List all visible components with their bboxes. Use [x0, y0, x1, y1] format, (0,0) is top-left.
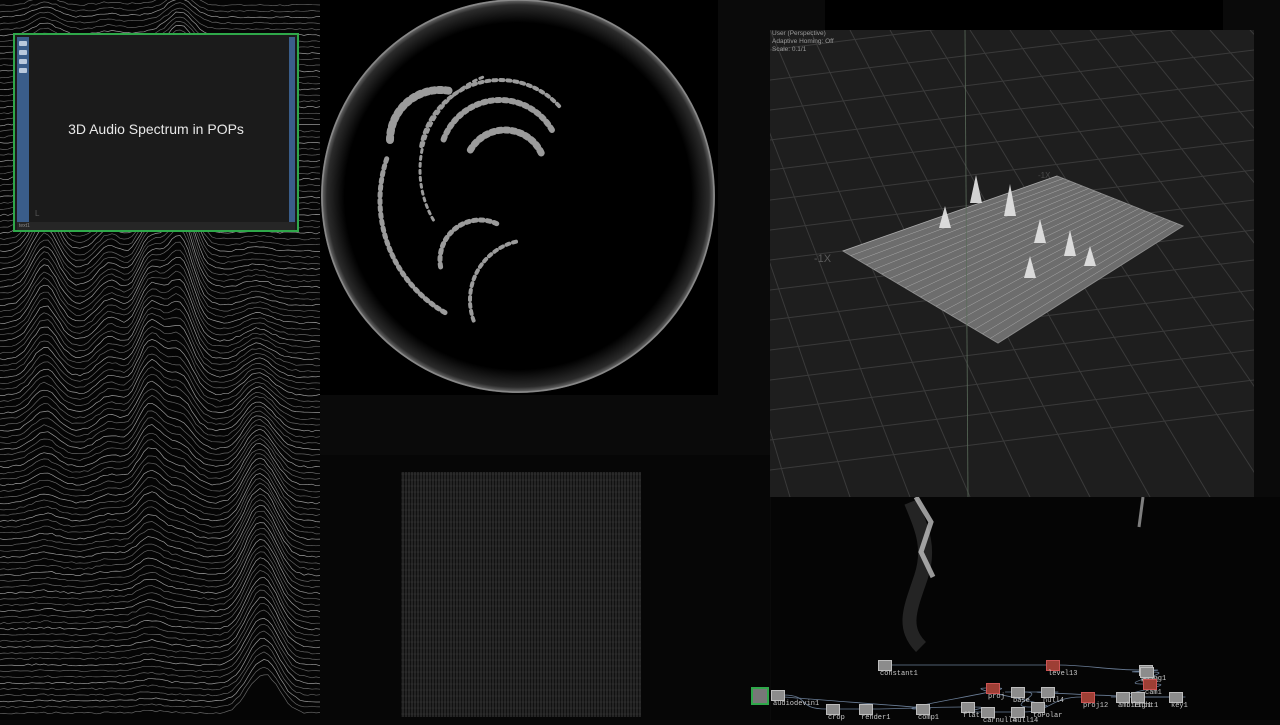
network-node-label: flat — [963, 712, 980, 720]
viewport-homing-text: Adaptive Homing: Off — [772, 38, 834, 45]
waterfall-line — [0, 0, 321, 13]
waterfall-line — [0, 235, 321, 307]
network-node-label: comp1 — [918, 714, 940, 722]
waterfall-line — [0, 644, 321, 691]
network-node-label: crop — [828, 714, 845, 722]
waterfall-line — [0, 533, 321, 589]
waterfall-line — [0, 603, 321, 655]
waterfall-line — [0, 279, 321, 343]
network-node-label: ambient1 — [1118, 702, 1152, 710]
viewport-grid-line — [770, 409, 1254, 471]
waterfall-line — [0, 596, 321, 649]
viewport-axis-x2: -1X — [1038, 171, 1051, 180]
network-node-label: null4 — [1043, 697, 1065, 705]
waterfall-line — [0, 584, 321, 637]
viewer-tool-icon[interactable] — [19, 68, 27, 73]
waterfall-line — [0, 270, 320, 337]
viewport-scale-text: Scale: 0.1/1 — [772, 46, 807, 53]
grid-texture — [401, 472, 641, 717]
viewer-footer: text1 — [17, 222, 295, 230]
waterfall-line — [0, 493, 321, 547]
network-editor[interactable]: constant1level13phong1geo1cam1light1key1… — [751, 497, 1280, 725]
network-node-label: proj — [988, 693, 1005, 701]
viewer-tool-icon[interactable] — [19, 50, 27, 55]
network-node-label: null14 — [1013, 717, 1039, 725]
viewport-grid-line — [770, 109, 1254, 171]
viewer-axis-label: L — [35, 209, 40, 218]
network-node-selected[interactable] — [751, 687, 769, 705]
viewport-axis-x: -1X — [814, 253, 832, 265]
network-node-label: audiodevin1 — [773, 700, 820, 708]
network-node-label: render1 — [861, 714, 891, 722]
viewer-title-text: 3D Audio Spectrum in POPs — [68, 121, 244, 137]
sphere-render — [321, 0, 715, 393]
viewport-grid-line — [1249, 30, 1254, 35]
viewport-grid-line — [770, 428, 791, 497]
viewer-tool-icon[interactable] — [19, 59, 27, 64]
network-node-label: constant1 — [880, 670, 918, 678]
viewport-grid-line — [770, 79, 1254, 141]
waterfall-line — [0, 380, 321, 433]
viewport-grid-line — [770, 261, 851, 497]
viewer-tool-icon[interactable] — [19, 41, 27, 46]
waterfall-line — [0, 589, 321, 643]
grid-texture-panel — [320, 455, 770, 720]
waterfall-line — [0, 7, 321, 31]
viewport-grid-line — [770, 379, 1254, 441]
3d-viewport[interactable]: -1X -1X User (Perspective) Adaptive Homi… — [770, 30, 1254, 497]
sphere-render-panel — [320, 0, 718, 395]
network-node-label: level13 — [1048, 670, 1078, 678]
viewport-info: User (Perspective) Adaptive Homing: Off … — [772, 30, 834, 54]
viewport-grid-line — [770, 349, 1254, 411]
network-background-render — [771, 497, 1186, 713]
waterfall-line — [0, 318, 321, 378]
viewport-grid-line — [770, 49, 1254, 111]
waterfall-line — [0, 417, 321, 463]
viewport-grid-line — [1209, 30, 1254, 80]
waterfall-line — [0, 666, 321, 709]
network-node-label: cam1 — [1145, 689, 1162, 697]
viewport-grid-line — [770, 30, 1178, 81]
network-node-label: base — [1013, 697, 1030, 705]
viewport-top-bar — [825, 0, 1223, 30]
terrain-peak — [970, 175, 982, 203]
network-node-label: key1 — [1171, 702, 1188, 710]
viewport-grid-line — [1169, 30, 1254, 129]
viewport-grid: -1X -1X — [770, 30, 1254, 497]
waterfall-line — [0, 674, 321, 715]
waterfall-line — [0, 499, 321, 553]
text-node-viewer[interactable]: 3D Audio Spectrum in POPs L text1 — [13, 33, 299, 232]
network-node-label: carnull4 — [983, 717, 1017, 725]
waterfall-line — [0, 410, 321, 456]
network-node-label: proj12 — [1083, 702, 1109, 710]
viewport-grid-line — [770, 139, 1254, 201]
viewport-camera-text: User (Perspective) — [772, 30, 826, 37]
waterfall-line — [0, 256, 321, 325]
viewport-grid-line — [1129, 30, 1254, 184]
